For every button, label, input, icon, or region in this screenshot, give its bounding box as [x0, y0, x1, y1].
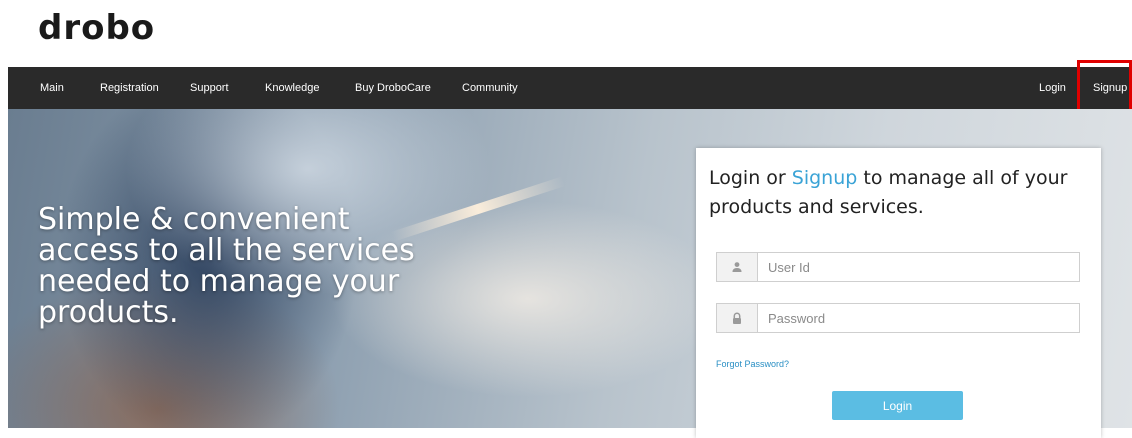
- password-group: [716, 303, 1080, 333]
- signup-highlight-box: [1077, 60, 1132, 113]
- user-id-input[interactable]: [758, 253, 1078, 281]
- nav-item-registration[interactable]: Registration: [100, 67, 159, 109]
- heading-signup-link[interactable]: Signup: [792, 167, 858, 189]
- nav-login-link[interactable]: Login: [1039, 67, 1066, 109]
- hero-line: products.: [38, 295, 179, 330]
- heading-prefix: Login or: [709, 167, 792, 189]
- login-panel: Login or Signup to manage all of your pr…: [696, 148, 1101, 438]
- user-icon: [717, 253, 758, 281]
- login-button[interactable]: Login: [832, 391, 963, 420]
- forgot-password-link[interactable]: Forgot Password?: [716, 359, 789, 369]
- lock-icon: [717, 304, 758, 332]
- nav-item-knowledge[interactable]: Knowledge: [265, 67, 319, 109]
- nav-item-buy-drobocare[interactable]: Buy DroboCare: [355, 67, 431, 109]
- hero-line: access to all the services: [38, 233, 415, 268]
- password-input[interactable]: [758, 304, 1078, 332]
- user-id-group: [716, 252, 1080, 282]
- nav-item-main[interactable]: Main: [40, 67, 64, 109]
- nav-item-community[interactable]: Community: [462, 67, 518, 109]
- main-navbar: Main Registration Support Knowledge Buy …: [8, 67, 1132, 109]
- drobo-logo[interactable]: drobo: [38, 8, 155, 48]
- hero-line: Simple & convenient: [38, 202, 350, 237]
- nav-item-support[interactable]: Support: [190, 67, 229, 109]
- hero-line: needed to manage your: [38, 264, 400, 299]
- hero-tagline: Simple & convenient access to all the se…: [38, 204, 458, 328]
- login-panel-heading: Login or Signup to manage all of your pr…: [709, 164, 1069, 222]
